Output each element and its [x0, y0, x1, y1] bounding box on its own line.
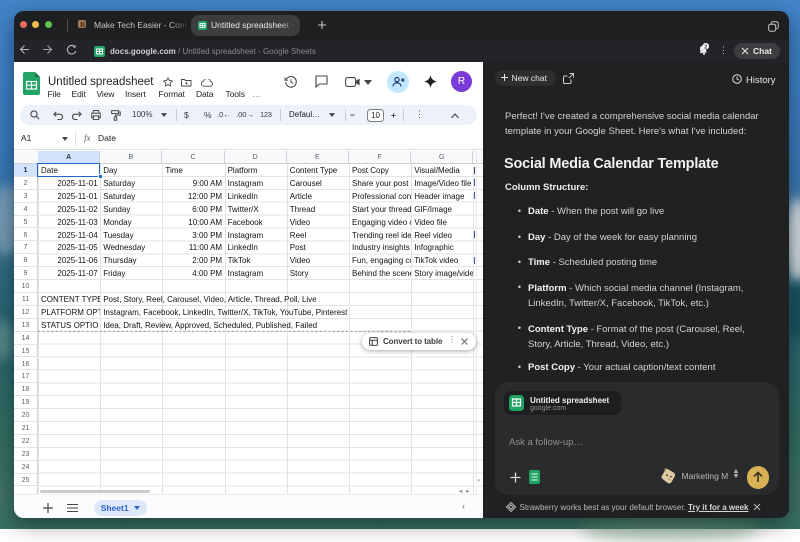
svg-text:2: 2 — [704, 44, 707, 50]
